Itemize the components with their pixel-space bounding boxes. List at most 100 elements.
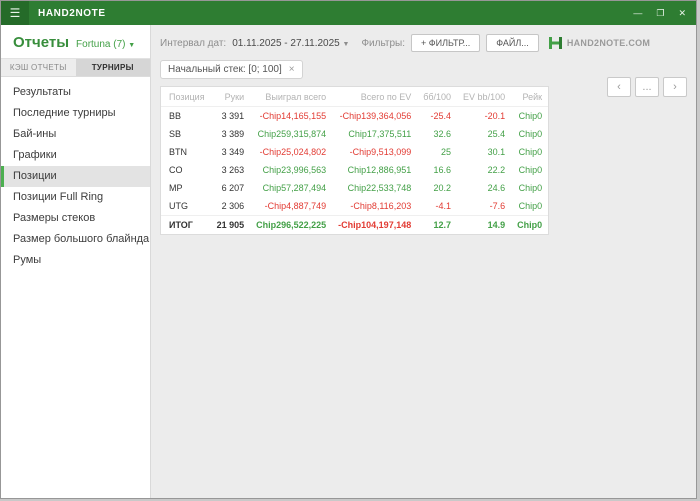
close-icon[interactable]: ✕: [678, 8, 686, 18]
table-row[interactable]: MP 6 207 Chip57,287,494 Chip22,533,748 20.2 2…: [161, 179, 548, 197]
table-cell: 2 306: [221, 201, 245, 211]
table-cell: 22.2: [487, 165, 506, 175]
table-cell: UTG: [169, 201, 188, 211]
sidebar-item[interactable]: Позиции Full Ring: [1, 187, 150, 208]
column-header[interactable]: Выиграл всего: [250, 87, 333, 107]
add-filter-button[interactable]: + ФИЛЬТР...: [411, 34, 481, 52]
sidebar-item[interactable]: Бай-ины: [1, 124, 150, 145]
minimize-icon[interactable]: —: [633, 8, 642, 18]
sidebar-item[interactable]: Позиции: [1, 166, 150, 187]
sidebar: Отчеты Fortuna (7) ▼ КЭШ ОТЧЕТЫ ТУРНИРЫ …: [1, 25, 151, 498]
app-window: ☰ HAND2NOTE — ❐ ✕ Отчеты Fortuna (7) ▼ К…: [0, 0, 697, 499]
table-cell: 3 349: [221, 147, 245, 157]
prev-page-button[interactable]: ‹: [607, 77, 631, 97]
table-cell: Chip22,533,748: [347, 183, 412, 193]
column-header[interactable]: Позиция: [161, 87, 211, 107]
table-cell: 3 263: [221, 165, 245, 175]
table-cell: Chip296,522,225: [250, 215, 333, 234]
table-cell: -25.4: [430, 111, 452, 121]
sidebar-menu: Результаты Последние турниры Бай-ины График…: [1, 77, 150, 271]
chevron-down-icon: ▼: [342, 40, 350, 48]
more-pages-button[interactable]: ...: [635, 77, 659, 97]
window-controls: — ❐ ✕: [633, 8, 696, 18]
sidebar-item[interactable]: Размеры стеков: [1, 208, 150, 229]
table-body: BB 3 391 -Chip14,165,155 -Chip139,364,056 -2…: [161, 107, 549, 234]
table-cell: BTN: [169, 147, 187, 157]
brand-text: HAND2NOTE.COM: [566, 38, 651, 48]
table-cell: 14.9: [457, 215, 512, 234]
table-cell: Chip17,375,511: [348, 129, 412, 139]
table-cell: 3 391: [221, 111, 245, 121]
table-row[interactable]: SB 3 389 Chip259,315,874 Chip17,375,511 32.6…: [161, 125, 548, 143]
file-button[interactable]: ФАЙЛ...: [486, 34, 539, 52]
table-cell: 20.2: [433, 183, 452, 193]
table-cell: Chip0: [518, 129, 543, 139]
table-row[interactable]: CO 3 263 Chip23,996,563 Chip12,886,951 16.6 2…: [161, 161, 548, 179]
pager: ‹ ... ›: [607, 77, 687, 97]
app-body: Отчеты Fortuna (7) ▼ КЭШ ОТЧЕТЫ ТУРНИРЫ …: [1, 25, 696, 498]
table-cell: -Chip9,513,099: [349, 147, 412, 157]
sidebar-tabs: КЭШ ОТЧЕТЫ ТУРНИРЫ: [1, 58, 150, 77]
table-cell: -Chip25,024,802: [259, 147, 327, 157]
column-header[interactable]: Руки: [210, 87, 251, 107]
table-cell: -Chip104,197,148: [332, 215, 418, 234]
table-cell: 30.1: [487, 147, 506, 157]
table-cell: 3 389: [221, 129, 245, 139]
column-header[interactable]: EV bb/100: [457, 87, 512, 107]
interval-label: Интервал дат:: [160, 37, 227, 49]
positions-table: Позиция Руки Выиграл всего Всего по EV бб/10…: [161, 87, 549, 234]
hand2note-logo-icon: [548, 37, 562, 49]
column-header[interactable]: Всего по EV: [332, 87, 418, 107]
table-cell: 25: [441, 147, 452, 157]
date-range-value: 01.11.2025 - 27.11.2025: [232, 37, 340, 49]
maximize-icon[interactable]: ❐: [656, 8, 664, 18]
chevron-down-icon: ▼: [128, 42, 136, 49]
table-cell: BB: [169, 111, 182, 121]
table-row[interactable]: UTG 2 306 -Chip4,887,749 -Chip8,116,203 -4.1…: [161, 197, 548, 216]
hamburger-menu-button[interactable]: ☰: [1, 1, 29, 25]
table-cell: -7.6: [489, 201, 506, 211]
filter-chip-label: Начальный стек: [0; 100]: [168, 64, 282, 75]
next-page-button[interactable]: ›: [663, 77, 687, 97]
sidebar-item[interactable]: Размер большого блайнда: [1, 229, 150, 250]
table-cell: 12.7: [417, 215, 458, 234]
table-cell: Chip0: [518, 111, 543, 121]
tab-cash-reports[interactable]: КЭШ ОТЧЕТЫ: [1, 59, 76, 76]
close-icon[interactable]: ×: [289, 64, 295, 75]
table-cell: SB: [169, 129, 182, 139]
column-header[interactable]: бб/100: [417, 87, 458, 107]
table-row[interactable]: BB 3 391 -Chip14,165,155 -Chip139,364,056 -2…: [161, 107, 548, 126]
positions-table-card: Позиция Руки Выиграл всего Всего по EV бб/10…: [160, 86, 550, 235]
hamburger-icon: ☰: [9, 6, 21, 20]
filter-chip[interactable]: Начальный стек: [0; 100] ×: [160, 60, 303, 79]
sidebar-header: Отчеты Fortuna (7) ▼: [1, 25, 150, 58]
date-range-dropdown[interactable]: 01.11.2025 - 27.11.2025 ▼: [232, 38, 349, 49]
tab-tournaments[interactable]: ТУРНИРЫ: [75, 59, 150, 76]
table-cell: -4.1: [435, 201, 452, 211]
page-title: Отчеты: [13, 34, 70, 51]
table-row[interactable]: BTN 3 349 -Chip25,024,802 -Chip9,513,099 25 3…: [161, 143, 548, 161]
sidebar-item[interactable]: Результаты: [1, 82, 150, 103]
sidebar-item[interactable]: Последние турниры: [1, 103, 150, 124]
table-cell: Chip0: [511, 215, 549, 234]
table-cell: CO: [169, 165, 183, 175]
table-cell: MP: [169, 183, 183, 193]
table-cell: ИТОГ: [161, 215, 211, 234]
table-row[interactable]: ИТОГ 21 905 Chip296,522,225 -Chip104,197,14…: [161, 215, 549, 234]
column-header[interactable]: Рейк: [511, 87, 549, 107]
table-cell: Chip0: [518, 165, 543, 175]
table-cell: -Chip4,887,749: [264, 201, 327, 211]
table-cell: -Chip139,364,056: [339, 111, 412, 121]
sidebar-item[interactable]: Графики: [1, 145, 150, 166]
table-cell: -Chip8,116,203: [350, 201, 412, 211]
table-cell: 6 207: [221, 183, 245, 193]
main-content: Интервал дат: 01.11.2025 - 27.11.2025 ▼ …: [151, 25, 696, 498]
table-cell: -Chip14,165,155: [259, 111, 327, 121]
toolbar: Интервал дат: 01.11.2025 - 27.11.2025 ▼ …: [151, 25, 696, 59]
room-selector-dropdown[interactable]: Fortuna (7) ▼: [76, 39, 135, 50]
table-cell: 21 905: [210, 215, 251, 234]
sidebar-item[interactable]: Румы: [1, 250, 150, 271]
table-cell: Chip57,287,494: [262, 183, 327, 193]
table-cell: Chip12,886,951: [347, 165, 412, 175]
filters-label: Фильтры:: [361, 37, 405, 49]
